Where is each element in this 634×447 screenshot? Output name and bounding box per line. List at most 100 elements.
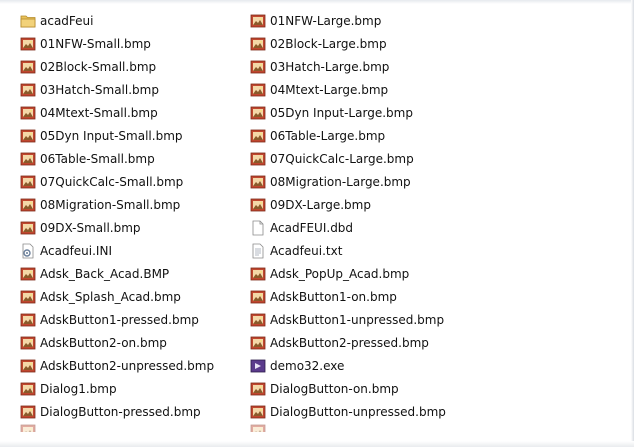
file-item-dialogbutton-pressed-bmp[interactable]: DialogButton-pressed.bmp [20,400,214,423]
bitmap-file-icon [250,289,266,305]
file-item-acadfeui[interactable]: acadFeui [20,9,214,32]
file-item-partially-visible[interactable] [250,423,446,432]
file-item-08migration-small-bmp[interactable]: 08Migration-Small.bmp [20,193,214,216]
bitmap-file-icon [20,423,36,432]
bitmap-file-icon [250,423,266,432]
file-name-label: AdskButton1-on.bmp [270,289,397,304]
file-item-06table-small-bmp[interactable]: 06Table-Small.bmp [20,147,214,170]
folder-icon [20,13,36,29]
file-item-adskbutton1-pressed-bmp[interactable]: AdskButton1-pressed.bmp [20,308,214,331]
bitmap-file-icon [250,13,266,29]
file-name-label: DialogButton-unpressed.bmp [270,404,446,419]
file-name-label: Adsk_PopUp_Acad.bmp [270,266,410,281]
bitmap-file-icon [250,381,266,397]
file-name-label: 02Block-Small.bmp [40,59,157,74]
file-name-label: AdskButton1-unpressed.bmp [270,312,445,327]
file-item-adsk-popup-acad-bmp[interactable]: Adsk_PopUp_Acad.bmp [250,262,446,285]
file-item-07quickcalc-large-bmp[interactable]: 07QuickCalc-Large.bmp [250,147,446,170]
generic-file-icon [250,220,266,236]
file-item-acadfeui-dbd[interactable]: AcadFEUI.dbd [250,216,446,239]
bitmap-file-icon [20,82,36,98]
file-item-adskbutton1-unpressed-bmp[interactable]: AdskButton1-unpressed.bmp [250,308,446,331]
file-item-adskbutton2-on-bmp[interactable]: AdskButton2-on.bmp [20,331,214,354]
bitmap-file-icon [20,335,36,351]
file-name-label: 07QuickCalc-Small.bmp [40,174,184,189]
file-item-adskbutton1-on-bmp[interactable]: AdskButton1-on.bmp [250,285,446,308]
file-name-label: DialogButton-on.bmp [270,381,399,396]
file-item-03hatch-large-bmp[interactable]: 03Hatch-Large.bmp [250,55,446,78]
bitmap-file-icon [20,197,36,213]
file-item-07quickcalc-small-bmp[interactable]: 07QuickCalc-Small.bmp [20,170,214,193]
bitmap-file-icon [250,105,266,121]
window-bottom-edge [0,441,634,447]
file-item-acadfeui-ini[interactable]: Acadfeui.INI [20,239,214,262]
bitmap-file-icon [20,312,36,328]
file-item-01nfw-small-bmp[interactable]: 01NFW-Small.bmp [20,32,214,55]
bitmap-file-icon [250,82,266,98]
file-name-label: demo32.exe [270,358,345,373]
file-name-label: 02Block-Large.bmp [270,36,387,51]
file-item-adskbutton2-pressed-bmp[interactable]: AdskButton2-pressed.bmp [250,331,446,354]
file-name-label: AdskButton2-on.bmp [40,335,167,350]
file-name-label: 04Mtext-Small.bmp [40,105,158,120]
file-item-partially-visible[interactable] [20,423,214,432]
file-item-demo32-exe[interactable]: demo32.exe [250,354,446,377]
file-name-label: Acadfeui.INI [40,243,112,258]
bitmap-file-icon [20,128,36,144]
file-item-09dx-small-bmp[interactable]: 09DX-Small.bmp [20,216,214,239]
file-name-label: AdskButton2-pressed.bmp [270,335,429,350]
file-name-label: 06Table-Large.bmp [270,128,386,143]
file-name-label: 06Table-Small.bmp [40,151,155,166]
file-item-dialog1-bmp[interactable]: Dialog1.bmp [20,377,214,400]
file-item-06table-large-bmp[interactable]: 06Table-Large.bmp [250,124,446,147]
bitmap-file-icon [20,358,36,374]
file-item-09dx-large-bmp[interactable]: 09DX-Large.bmp [250,193,446,216]
file-name-label: 05Dyn Input-Large.bmp [270,105,413,120]
bitmap-file-icon [20,174,36,190]
file-item-dialogbutton-unpressed-bmp[interactable]: DialogButton-unpressed.bmp [250,400,446,423]
bitmap-file-icon [20,220,36,236]
bitmap-file-icon [250,36,266,52]
file-item-02block-large-bmp[interactable]: 02Block-Large.bmp [250,32,446,55]
file-name-label: 09DX-Small.bmp [40,220,141,235]
bitmap-file-icon [250,266,266,282]
bitmap-file-icon [250,404,266,420]
file-item-01nfw-large-bmp[interactable]: 01NFW-Large.bmp [250,9,446,32]
text-file-icon [250,243,266,259]
file-item-03hatch-small-bmp[interactable]: 03Hatch-Small.bmp [20,78,214,101]
file-name-label: Adsk_Back_Acad.BMP [40,266,170,281]
file-item-adsk-splash-acad-bmp[interactable]: Adsk_Splash_Acad.bmp [20,285,214,308]
bitmap-file-icon [250,128,266,144]
file-item-02block-small-bmp[interactable]: 02Block-Small.bmp [20,55,214,78]
bitmap-file-icon [250,197,266,213]
file-item-05dyn-input-small-bmp[interactable]: 05Dyn Input-Small.bmp [20,124,214,147]
file-column-left: acadFeui 01NFW-Small.bmp 02Block-Small.b… [20,9,214,432]
file-item-04mtext-small-bmp[interactable]: 04Mtext-Small.bmp [20,101,214,124]
bitmap-file-icon [250,151,266,167]
bitmap-file-icon [250,59,266,75]
file-item-04mtext-large-bmp[interactable]: 04Mtext-Large.bmp [250,78,446,101]
file-item-acadfeui-txt[interactable]: Acadfeui.txt [250,239,446,262]
file-item-08migration-large-bmp[interactable]: 08Migration-Large.bmp [250,170,446,193]
application-icon [250,358,266,374]
file-name-label: Acadfeui.txt [270,243,343,258]
file-item-05dyn-input-large-bmp[interactable]: 05Dyn Input-Large.bmp [250,101,446,124]
file-item-adskbutton2-unpressed-bmp[interactable]: AdskButton2-unpressed.bmp [20,354,214,377]
bitmap-file-icon [20,151,36,167]
file-name-label: acadFeui [40,13,94,28]
file-name-label: 01NFW-Small.bmp [40,36,151,51]
file-name-label: 07QuickCalc-Large.bmp [270,151,414,166]
bitmap-file-icon [20,289,36,305]
bitmap-file-icon [20,36,36,52]
window-top-edge [0,0,634,4]
file-item-dialogbutton-on-bmp[interactable]: DialogButton-on.bmp [250,377,446,400]
file-item-adsk-back-acad-bmp[interactable]: Adsk_Back_Acad.BMP [20,262,214,285]
bitmap-file-icon [20,59,36,75]
bitmap-file-icon [250,174,266,190]
bitmap-file-icon [20,381,36,397]
file-name-label: 08Migration-Small.bmp [40,197,181,212]
file-name-label: AcadFEUI.dbd [270,220,354,235]
file-name-label: Dialog1.bmp [40,381,117,396]
bitmap-file-icon [250,312,266,328]
file-name-label: 05Dyn Input-Small.bmp [40,128,183,143]
